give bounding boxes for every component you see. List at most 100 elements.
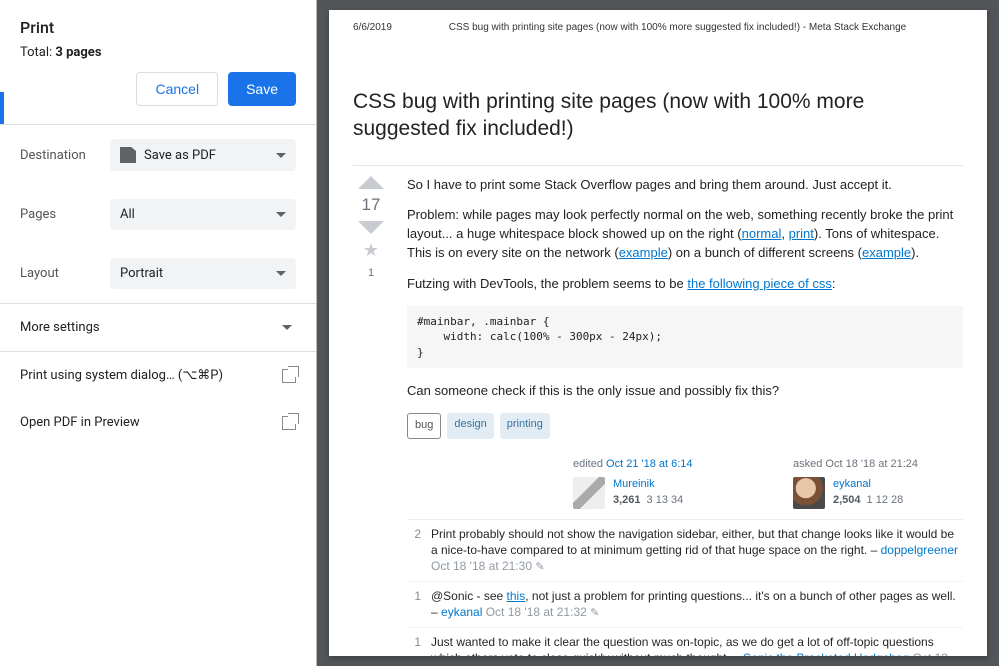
paragraph: Futzing with DevTools, the problem seems…	[407, 275, 963, 294]
page-header-title: CSS bug with printing site pages (now wi…	[449, 22, 906, 33]
edit-action: edited Oct 21 '18 at 6:14	[573, 457, 743, 473]
destination-row: Destination Save as PDF	[0, 125, 316, 185]
upvote-icon[interactable]	[358, 176, 384, 189]
paragraph: So I have to print some Stack Overflow p…	[407, 176, 963, 195]
layout-label: Layout	[20, 266, 110, 281]
more-settings-toggle[interactable]: More settings	[0, 304, 316, 351]
comment-date: Oct 18 '18 at 21:32	[482, 605, 586, 619]
comment-user[interactable]: doppelgreener	[881, 543, 958, 557]
print-sidebar: Print Total: 3 pages Cancel Save Destina…	[0, 0, 317, 666]
comment-link[interactable]: this	[507, 589, 526, 603]
layout-select[interactable]: Portrait	[110, 258, 296, 289]
editor-box: edited Oct 21 '18 at 6:14 Mureinik 3,261…	[573, 457, 743, 509]
tag-printing[interactable]: printing	[500, 413, 550, 439]
open-preview-link[interactable]: Open PDF in Preview	[0, 399, 316, 446]
question-title: CSS bug with printing site pages (now wi…	[353, 88, 963, 143]
print-title: Print	[20, 18, 296, 37]
text-run: asked	[793, 458, 825, 470]
avatar[interactable]	[793, 477, 825, 509]
link-example[interactable]: example	[619, 245, 668, 260]
asker-name[interactable]: eykanal	[833, 477, 903, 493]
external-icon	[282, 369, 296, 383]
destination-value: Save as PDF	[144, 148, 216, 163]
comment-text: Just wanted to make it clear the questio…	[431, 634, 963, 656]
text-run: Print probably should not show the navig…	[431, 527, 954, 557]
preview-page: 6/6/2019 CSS bug with printing site page…	[329, 10, 987, 656]
asker-rep: 2,504 1 12 28	[833, 493, 903, 509]
total-value: 3 pages	[55, 45, 101, 60]
pdf-icon	[120, 147, 136, 163]
comment-row: 1 Just wanted to make it clear the quest…	[407, 628, 963, 656]
vote-column: 17 ★ 1	[353, 176, 389, 656]
pages-row: Pages All	[0, 185, 316, 244]
ask-action: asked Oct 18 '18 at 21:24	[793, 457, 963, 473]
comment-date: Oct 18 '18 at 21:30	[431, 559, 532, 573]
comment-score: 2	[407, 526, 421, 575]
favorite-count: 1	[368, 267, 374, 279]
text-run: :	[832, 276, 836, 291]
save-button[interactable]: Save	[228, 72, 296, 106]
comment-row: 2 Print probably should not show the nav…	[407, 520, 963, 582]
page-header-date: 6/6/2019	[353, 22, 392, 33]
pages-value: All	[120, 207, 135, 222]
pages-select[interactable]: All	[110, 199, 296, 230]
badge-counts: 3 13 34	[647, 494, 684, 506]
button-row: Cancel Save	[0, 72, 316, 124]
layout-value: Portrait	[120, 266, 163, 281]
editor-rep: 3,261 3 13 34	[613, 493, 683, 509]
link-css[interactable]: the following piece of css	[687, 276, 832, 291]
text-run: Futzing with DevTools, the problem seems…	[407, 276, 687, 291]
link-normal[interactable]: normal	[742, 226, 782, 241]
open-preview-label: Open PDF in Preview	[20, 415, 140, 430]
total-prefix: Total:	[20, 45, 55, 60]
destination-select[interactable]: Save as PDF	[110, 139, 296, 171]
page-total: Total: 3 pages	[20, 45, 296, 60]
badge-counts: 1 12 28	[867, 494, 904, 506]
chevron-down-icon	[282, 325, 292, 330]
question-body: 17 ★ 1 So I have to print some Stack Ove…	[353, 165, 963, 656]
comment-user[interactable]: eykanal	[441, 605, 482, 619]
paragraph: Can someone check if this is the only is…	[407, 382, 963, 401]
print-header: Print Total: 3 pages	[0, 0, 316, 72]
tag-list: bug design printing	[407, 413, 963, 439]
comment-score: 1	[407, 588, 421, 621]
downvote-icon[interactable]	[358, 221, 384, 234]
vote-score: 17	[362, 195, 381, 215]
text-run: edited	[573, 458, 606, 470]
asker-box: asked Oct 18 '18 at 21:24 eykanal 2,504 1…	[793, 457, 963, 509]
rep-score: 2,504	[833, 494, 861, 506]
chevron-down-icon	[276, 153, 286, 158]
chevron-down-icon	[276, 212, 286, 217]
comment-user[interactable]: Sonic the Bracketed Hedgehog	[743, 651, 909, 656]
comment-text: Print probably should not show the navig…	[431, 526, 963, 575]
link-example[interactable]: example	[862, 245, 911, 260]
sidebar-accent	[0, 92, 4, 124]
chevron-down-icon	[276, 271, 286, 276]
favorite-icon[interactable]: ★	[363, 240, 379, 261]
pages-label: Pages	[20, 207, 110, 222]
edit-pencil-icon: ✎	[590, 607, 599, 619]
code-block: #mainbar, .mainbar { width: calc(100% - …	[407, 306, 963, 368]
system-dialog-label: Print using system dialog… (⌥⌘P)	[20, 368, 223, 383]
destination-label: Destination	[20, 148, 110, 163]
text-run: ) on a bunch of different screens (	[668, 245, 862, 260]
page-header: 6/6/2019 CSS bug with printing site page…	[353, 22, 963, 33]
cancel-button[interactable]: Cancel	[136, 72, 218, 106]
comments-list: 2 Print probably should not show the nav…	[407, 519, 963, 656]
external-icon	[282, 416, 296, 430]
print-preview-pane[interactable]: 6/6/2019 CSS bug with printing site page…	[317, 0, 999, 666]
text-run: ).	[911, 245, 919, 260]
avatar[interactable]	[573, 477, 605, 509]
tag-bug[interactable]: bug	[407, 413, 441, 439]
layout-row: Layout Portrait	[0, 244, 316, 303]
system-dialog-link[interactable]: Print using system dialog… (⌥⌘P)	[0, 352, 316, 399]
rep-score: 3,261	[613, 494, 641, 506]
edit-date[interactable]: Oct 21 '18 at 6:14	[606, 458, 693, 470]
edit-pencil-icon: ✎	[535, 561, 544, 573]
paragraph: Problem: while pages may look perfectly …	[407, 206, 963, 263]
ask-date: Oct 18 '18 at 21:24	[825, 458, 918, 470]
more-settings-label: More settings	[20, 320, 100, 335]
link-print[interactable]: print	[789, 226, 814, 241]
editor-name[interactable]: Mureinik	[613, 477, 683, 493]
tag-design[interactable]: design	[447, 413, 493, 439]
